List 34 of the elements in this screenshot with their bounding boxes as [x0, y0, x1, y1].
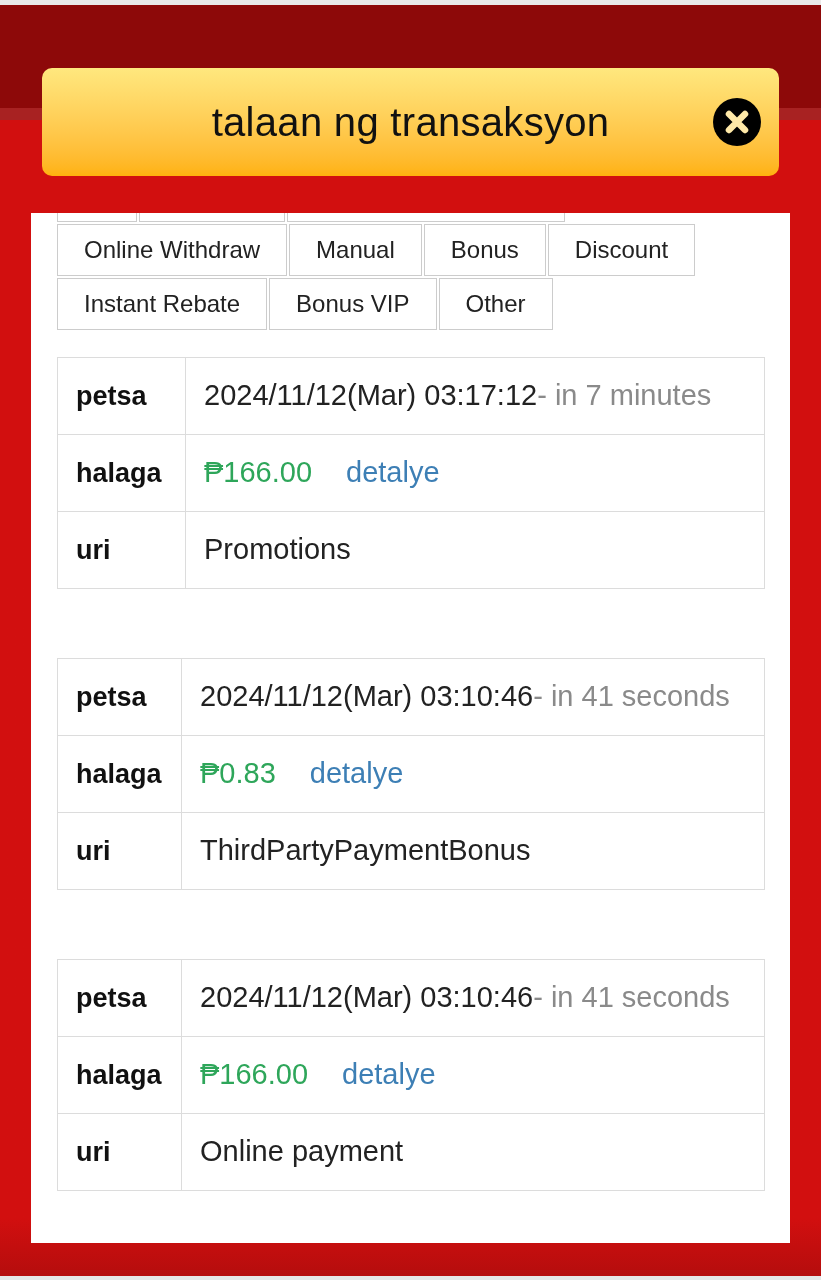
tab[interactable]: [287, 213, 565, 222]
tab[interactable]: [139, 213, 285, 222]
detail-link[interactable]: detalye: [309, 752, 404, 796]
close-icon: [713, 98, 761, 146]
tab[interactable]: Manual: [289, 224, 422, 276]
type-text: Online payment: [200, 1135, 404, 1168]
date-text: 2024/11/12(Mar) 03:17:12- in 7 minutes: [204, 379, 712, 412]
field-label: petsa: [57, 959, 182, 1037]
date-text: 2024/11/12(Mar) 03:10:46- in 41 seconds: [200, 680, 730, 713]
amount-text: ₱0.83: [200, 756, 276, 792]
close-button[interactable]: [713, 98, 761, 146]
tab[interactable]: Bonus: [423, 224, 546, 276]
tab[interactable]: Bonus VIP: [269, 278, 437, 330]
field-label: uri: [57, 511, 186, 589]
tab[interactable]: Other: [438, 278, 553, 330]
tab[interactable]: Online Withdraw: [57, 224, 288, 276]
amount-text: ₱166.00: [204, 455, 313, 491]
tab[interactable]: Instant Rebate: [57, 278, 268, 330]
field-label: petsa: [57, 357, 186, 435]
field-label: halaga: [57, 434, 186, 512]
field-label: uri: [57, 1113, 182, 1191]
type-text: Promotions: [204, 533, 351, 566]
field-label: halaga: [57, 735, 182, 813]
tab[interactable]: [57, 213, 137, 222]
date-text: 2024/11/12(Mar) 03:10:46- in 41 seconds: [200, 981, 730, 1014]
field-label: halaga: [57, 1036, 182, 1114]
tab[interactable]: Discount: [547, 224, 696, 276]
detail-link[interactable]: detalye: [346, 451, 440, 495]
field-label: uri: [57, 812, 182, 890]
dialog-title: talaan ng transaksyon: [211, 99, 610, 146]
type-text: ThirdPartyPaymentBonus: [200, 834, 531, 867]
amount-text: ₱166.00: [200, 1057, 309, 1093]
field-label: petsa: [57, 658, 182, 736]
detail-link[interactable]: detalye: [342, 1053, 436, 1097]
